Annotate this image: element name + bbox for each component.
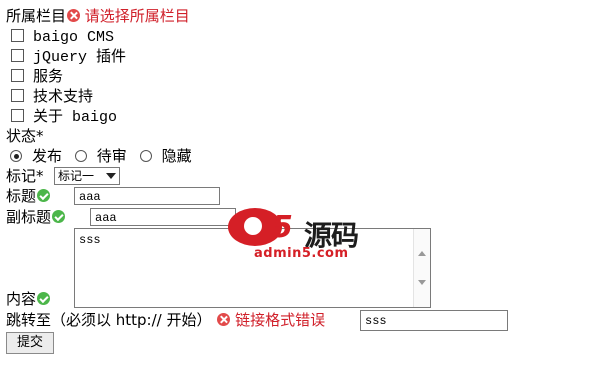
category-label: 所属栏目 — [6, 7, 67, 25]
title-label-row: 标题 — [6, 186, 51, 206]
watermark-logo-char: 5 — [272, 210, 293, 245]
mark-label: 标记* — [6, 167, 44, 185]
mark-select-value: 标记一 — [58, 169, 95, 183]
redirect-error: 链接格式错误 — [235, 311, 326, 329]
redirect-input-value: sss — [365, 314, 387, 328]
status-option-label: 待审 — [96, 147, 127, 165]
category-option-label: baigo CMS — [33, 29, 115, 46]
radio-pending[interactable] — [74, 150, 87, 162]
radio-hidden[interactable] — [139, 150, 152, 162]
scroll-down-icon[interactable] — [418, 280, 426, 285]
radio-publish[interactable] — [10, 150, 22, 162]
title-label: 标题 — [6, 187, 37, 205]
error-icon — [217, 313, 231, 326]
subtitle-input[interactable]: aaa — [90, 208, 236, 226]
subtitle-label-row: 副标题 — [6, 207, 66, 227]
redirect-input[interactable]: sss — [360, 310, 508, 331]
check-icon — [37, 292, 51, 305]
title-input[interactable]: aaa — [74, 187, 220, 205]
category-option-2[interactable]: jQuery 插件 — [6, 46, 126, 66]
checkbox-support[interactable] — [11, 89, 24, 102]
checkbox-service[interactable] — [11, 69, 24, 82]
scroll-up-icon[interactable] — [418, 251, 426, 256]
mark-select[interactable]: 标记一 — [54, 167, 120, 185]
checkbox-about[interactable] — [11, 109, 24, 122]
status-option-label: 隐藏 — [161, 147, 192, 165]
chevron-down-icon — [106, 173, 116, 179]
status-option-label: 发布 — [32, 147, 63, 165]
redirect-row: 跳转至（必须以 http:// 开始） 链接格式错误 — [6, 310, 325, 330]
category-error: 请选择所属栏目 — [84, 7, 190, 25]
content-label: 内容 — [6, 290, 37, 308]
error-icon — [67, 9, 81, 22]
status-label: 状态* — [6, 127, 44, 145]
content-textarea-value: sss — [79, 233, 101, 247]
category-option-1[interactable]: baigo CMS — [6, 26, 114, 46]
category-row: 所属栏目 请选择所属栏目 — [6, 6, 190, 26]
category-option-3[interactable]: 服务 — [6, 66, 63, 86]
check-icon — [37, 189, 51, 202]
category-option-label: 关于 baigo — [33, 109, 118, 126]
watermark-url: admin5.com — [254, 246, 349, 261]
subtitle-label: 副标题 — [6, 208, 52, 226]
watermark-logo: 5 源码 admin5.com — [224, 206, 374, 264]
checkbox-jquery[interactable] — [11, 49, 24, 62]
category-option-4[interactable]: 技术支持 — [6, 86, 93, 106]
redirect-label: 跳转至（必须以 http:// 开始） — [6, 311, 212, 329]
checkbox-baigo-cms[interactable] — [11, 29, 24, 42]
category-option-label: 技术支持 — [33, 87, 94, 105]
category-option-5[interactable]: 关于 baigo — [6, 106, 117, 126]
category-option-label: jQuery 插件 — [33, 49, 127, 66]
submit-button[interactable]: 提交 — [6, 332, 54, 354]
content-label-row: 内容 — [6, 289, 51, 309]
category-option-label: 服务 — [33, 67, 64, 85]
subtitle-input-value: aaa — [95, 211, 117, 225]
check-icon — [52, 210, 66, 223]
status-options: 发布 待审 隐藏 — [10, 146, 192, 166]
title-input-value: aaa — [79, 190, 101, 204]
status-label-row: 状态* — [6, 126, 44, 146]
mark-label-row: 标记* — [6, 166, 44, 186]
textarea-scrollbar[interactable] — [413, 229, 430, 307]
